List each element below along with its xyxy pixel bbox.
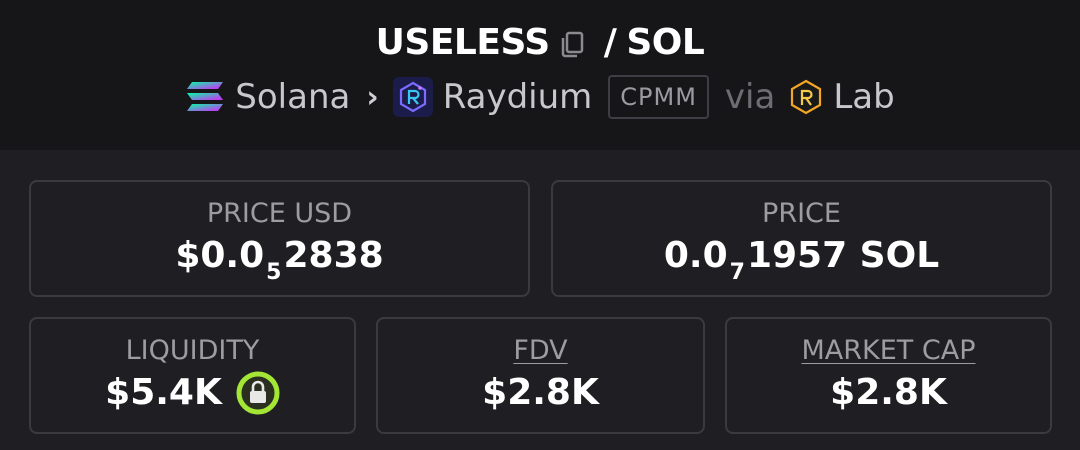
pool-type-badge: CPMM [608,75,709,119]
price-usd-card: PRICE USD $0.052838 [29,180,530,297]
chain-dex-row: Solana › Raydium CPMM via Lab [0,74,1080,120]
solana-logo [187,82,224,111]
copy-icon[interactable] [558,26,588,58]
liquidity-value-row: $5.4K [31,371,354,415]
fdv-card: FDV $2.8K [376,317,705,434]
lab-logo [791,79,822,115]
base-token-symbol[interactable]: USELESS [376,22,551,63]
price-usd-zero-count: 5 [266,260,282,285]
price-usd-value: $0.052838 [31,234,528,285]
price-native-value: 0.071957 SOL [553,234,1050,285]
liquidity-value: $5.4K [105,372,222,413]
market-cap-value: $2.8K [830,372,947,413]
market-cap-label[interactable]: MARKET CAP [727,335,1050,367]
price-usd-prefix: $0.0 [175,235,265,276]
liquidity-card: LIQUIDITY $5.4K [29,317,356,434]
price-native-prefix: 0.0 [663,235,728,276]
pair-title: USELESS / SOL [0,20,1080,65]
price-usd-label: PRICE USD [206,198,353,229]
via-label: via [724,77,776,117]
dex-name[interactable]: Raydium [443,77,593,117]
pair-separator: / [603,22,617,63]
raydium-logo [392,77,433,117]
price-native-label: PRICE [762,198,841,229]
fdv-value: $2.8K [482,372,599,413]
chevron-right-icon: › [366,79,379,115]
market-cap-card: MARKET CAP $2.8K [725,317,1052,434]
price-native-zero-count: 7 [729,260,745,285]
fdv-label[interactable]: FDV [378,335,703,367]
price-native-card: PRICE 0.071957 SOL [551,180,1052,297]
lock-icon[interactable] [236,371,280,415]
pair-header: USELESS /SOL Solana › Raydium CPMM via [0,0,1080,150]
launchpad-name[interactable]: Lab [833,77,894,117]
price-usd-digits: 2838 [283,235,384,276]
price-native-digits: 1957 SOL [746,235,940,276]
liquidity-label: LIQUIDITY [125,335,260,366]
quote-token-symbol: SOL [626,22,705,63]
chain-name[interactable]: Solana [235,77,350,117]
